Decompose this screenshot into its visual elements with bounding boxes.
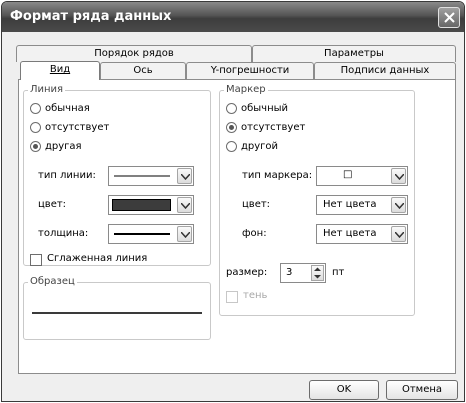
line-color-label: цвет: <box>38 199 67 210</box>
tab-y-error[interactable]: Y-погрешности <box>186 62 314 79</box>
line-color-select[interactable] <box>108 195 194 215</box>
line-group: Линия обычная отсутствует другая тип лин… <box>23 84 211 266</box>
line-weight-dropdown[interactable] <box>177 226 192 242</box>
tab-parameters-label: Параметры <box>324 48 384 59</box>
marker-group-title: Маркер <box>224 84 268 95</box>
tab-view[interactable]: Вид <box>20 61 100 80</box>
line-radio-normal[interactable]: обычная <box>30 103 90 114</box>
tab-data-labels[interactable]: Подписи данных <box>314 62 456 79</box>
sample-group: Образец <box>23 276 211 340</box>
close-icon <box>444 12 455 23</box>
marker-type-value: □ <box>343 169 353 180</box>
line-weight-preview <box>114 233 170 235</box>
tab-series-order-label: Порядок рядов <box>94 48 174 59</box>
shadow-label: тень <box>243 290 268 301</box>
smooth-line-label: Сглаженная линия <box>47 253 148 264</box>
tab-parameters[interactable]: Параметры <box>252 45 456 62</box>
view-panel: Линия обычная отсутствует другая тип лин… <box>18 79 456 374</box>
radio-custom-dot <box>226 141 237 152</box>
radio-custom-dot <box>30 141 41 152</box>
chevron-down-icon <box>181 174 190 180</box>
marker-type-label: тип маркера: <box>242 170 313 181</box>
marker-radio-custom-label: другой <box>241 141 279 152</box>
radio-normal-dot <box>30 103 41 114</box>
marker-fill-select[interactable]: Нет цвета <box>316 224 408 244</box>
chevron-down-icon <box>395 174 404 180</box>
tab-series-order[interactable]: Порядок рядов <box>16 45 252 62</box>
line-group-title: Линия <box>28 84 66 95</box>
chevron-down-icon <box>181 203 190 209</box>
marker-radio-custom[interactable]: другой <box>226 141 278 152</box>
marker-radio-normal[interactable]: обычный <box>226 103 288 114</box>
sample-line-preview <box>32 312 202 314</box>
line-weight-select[interactable] <box>108 224 194 244</box>
chevron-down-icon <box>181 232 190 238</box>
marker-fill-label: фон: <box>242 228 267 239</box>
marker-size-unit: пт <box>332 267 345 278</box>
line-radio-none-label: отсутствует <box>45 122 110 133</box>
marker-fill-value: Нет цвета <box>323 228 377 239</box>
ok-button-label: OK <box>336 384 352 395</box>
marker-type-dropdown[interactable] <box>391 168 406 184</box>
radio-none-dot <box>30 122 41 133</box>
title-bar: Формат ряда данных <box>2 2 464 32</box>
size-spin-buttons[interactable] <box>311 265 324 281</box>
marker-fill-dropdown[interactable] <box>391 226 406 242</box>
radio-none-dot <box>226 122 237 133</box>
cancel-button-label: Отмена <box>401 384 443 395</box>
radio-normal-dot <box>226 103 237 114</box>
sample-group-title: Образец <box>28 276 77 287</box>
marker-radio-none[interactable]: отсутствует <box>226 122 305 133</box>
line-type-label: тип линии: <box>38 170 96 181</box>
chevron-down-icon <box>395 203 404 209</box>
tab-data-labels-label: Подписи данных <box>340 65 430 76</box>
tab-axis-label: Ось <box>133 65 153 76</box>
marker-radio-none-label: отсутствует <box>241 122 306 133</box>
cancel-button[interactable]: Отмена <box>386 380 458 400</box>
tab-y-error-label: Y-погрешности <box>210 65 290 76</box>
close-button[interactable] <box>438 7 460 28</box>
line-color-swatch <box>112 199 171 211</box>
marker-type-select[interactable]: □ <box>316 166 408 186</box>
shadow-checkbox[interactable] <box>226 291 238 303</box>
line-radio-custom[interactable]: другая <box>30 141 82 152</box>
chevron-down-icon <box>395 232 404 238</box>
marker-color-select[interactable]: Нет цвета <box>316 195 408 215</box>
line-radio-none[interactable]: отсутствует <box>30 122 109 133</box>
marker-group: Маркер обычный отсутствует другой тип ма… <box>219 84 415 316</box>
marker-color-value: Нет цвета <box>323 199 377 210</box>
marker-size-label: размер: <box>226 267 268 278</box>
spin-up-down-icon <box>314 267 321 279</box>
marker-size-spinner[interactable]: 3 <box>280 263 326 283</box>
line-color-dropdown[interactable] <box>177 197 192 213</box>
line-radio-normal-label: обычная <box>45 103 90 114</box>
marker-radio-normal-label: обычный <box>241 103 289 114</box>
window-title: Формат ряда данных <box>10 9 172 24</box>
marker-size-value: 3 <box>286 267 293 278</box>
tab-axis[interactable]: Ось <box>100 62 186 79</box>
line-weight-label: толщина: <box>38 228 89 239</box>
marker-color-dropdown[interactable] <box>391 197 406 213</box>
smooth-line-checkbox[interactable] <box>30 254 42 266</box>
line-type-dropdown[interactable] <box>177 168 192 184</box>
format-data-series-dialog: Формат ряда данных Порядок рядов Парамет… <box>1 1 465 402</box>
tab-view-label: Вид <box>49 64 71 75</box>
line-type-select[interactable] <box>108 166 194 186</box>
line-type-preview <box>114 175 170 177</box>
marker-color-label: цвет: <box>242 199 271 210</box>
line-radio-custom-label: другая <box>45 141 82 152</box>
ok-button[interactable]: OK <box>309 380 379 400</box>
